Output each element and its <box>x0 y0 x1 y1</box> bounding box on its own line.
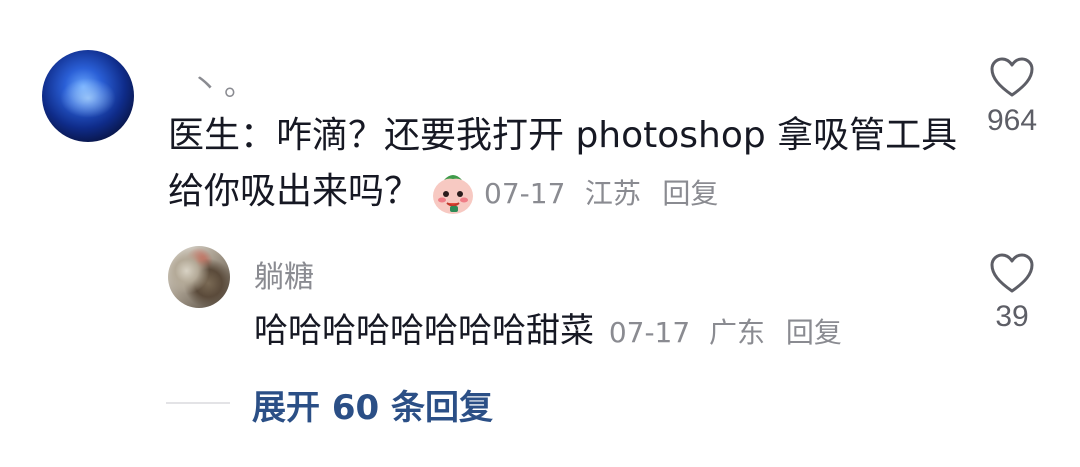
sticker-emoji-icon <box>430 170 476 216</box>
comment-like-button[interactable]: 964 <box>972 56 1052 138</box>
reply-text: 哈哈哈哈哈哈哈哈甜菜 <box>254 311 594 351</box>
reply-date: 07-17 <box>608 316 691 349</box>
reply-location: 广东 <box>709 316 766 349</box>
comment-location: 江苏 <box>584 177 641 210</box>
expand-replies-button[interactable]: 展开 60 条回复 <box>252 380 493 429</box>
reply-reply-button[interactable]: 回复 <box>786 316 842 349</box>
reply-like-button[interactable]: 39 <box>972 252 1052 334</box>
reply-nickname[interactable]: 躺糖 <box>254 252 314 296</box>
comment-body[interactable]: 医生：咋滴？还要我打开 photoshop 拿吸管工具给你吸出来吗？ 07-17… <box>168 108 958 222</box>
heart-icon <box>972 252 1052 294</box>
reply-like-count: 39 <box>995 300 1029 333</box>
commenter-nickname[interactable]: 丶。 <box>190 60 258 104</box>
commenter-avatar[interactable] <box>42 50 134 142</box>
comment-like-count: 964 <box>986 104 1038 137</box>
reply-avatar[interactable] <box>168 246 230 308</box>
heart-icon <box>972 56 1052 98</box>
expand-divider <box>166 402 230 404</box>
reply-body[interactable]: 哈哈哈哈哈哈哈哈甜菜 07-17 广东 回复 <box>254 306 842 358</box>
comment-date: 07-17 <box>484 177 566 210</box>
comment-reply-button[interactable]: 回复 <box>662 177 718 210</box>
